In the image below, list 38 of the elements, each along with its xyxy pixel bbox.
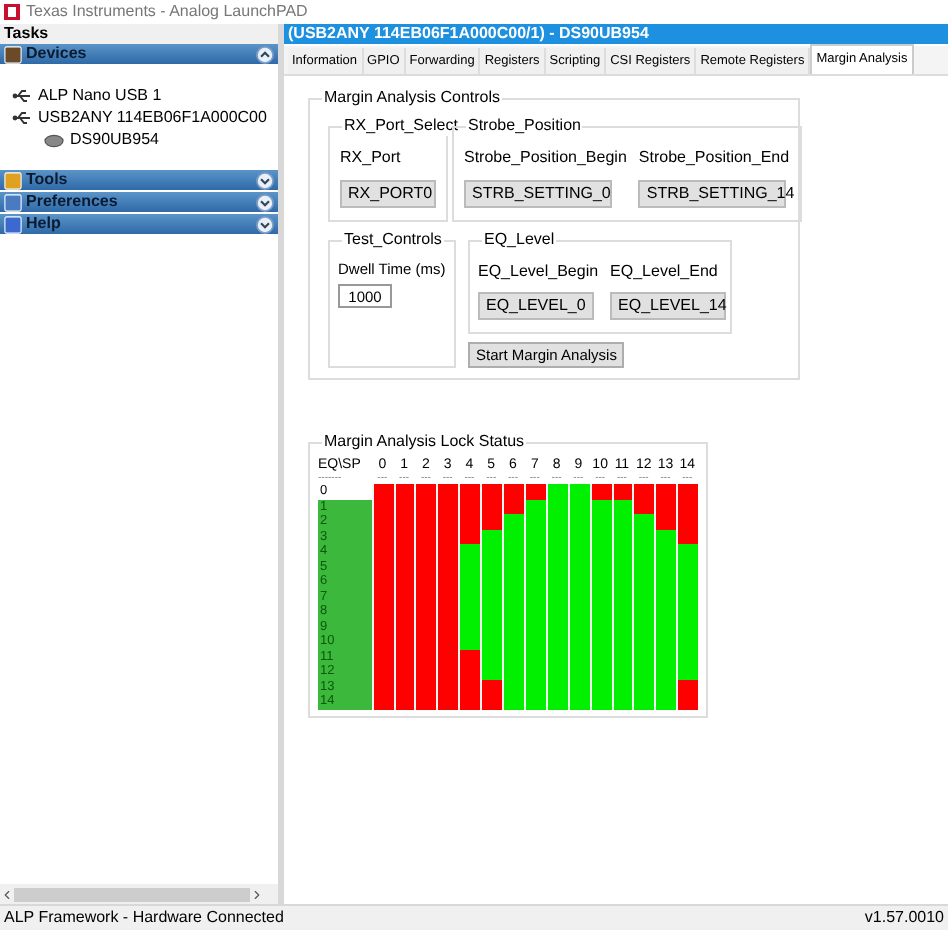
field-label: Strobe_Position_End — [638, 146, 790, 170]
tree-item[interactable]: DS90UB954 — [0, 129, 278, 151]
expand-icon[interactable] — [256, 193, 274, 211]
dropdown[interactable]: STRB_SETTING_0 — [464, 180, 612, 208]
group-title: Strobe_Position — [466, 116, 583, 136]
expand-icon[interactable] — [256, 215, 274, 233]
version-text: v1.57.0010 — [864, 906, 944, 930]
field-label: RX_Port — [340, 146, 403, 170]
dropdown[interactable]: RX_PORT0 — [340, 180, 436, 208]
tree-item[interactable]: USB2ANY 114EB06F1A000C00 — [0, 107, 278, 129]
status-text: ALP Framework - Hardware Connected — [4, 906, 284, 930]
dropdown[interactable]: EQ_LEVEL_14 — [610, 292, 727, 320]
collapse-icon[interactable] — [256, 45, 274, 63]
tree-item[interactable]: ALP Nano USB 1 — [0, 85, 278, 107]
group-title: Margin Analysis Lock Status — [322, 432, 527, 452]
usb-icon — [12, 110, 32, 126]
window-title: Texas Instruments - Analog LaunchPAD — [26, 0, 308, 24]
usb-icon — [12, 88, 32, 104]
scrollbar-thumb[interactable] — [14, 887, 250, 901]
section-header[interactable]: Tools — [0, 170, 278, 192]
group-title: EQ_Level — [482, 230, 557, 250]
group-title: Test_Controls — [342, 230, 444, 250]
section-header[interactable]: Help — [0, 214, 278, 236]
horizontal-scrollbar[interactable] — [0, 884, 278, 904]
chip-icon — [44, 133, 64, 147]
field-label: Strobe_Position_Begin — [464, 146, 627, 170]
expand-icon[interactable] — [256, 171, 274, 189]
scroll-right-icon[interactable] — [250, 887, 264, 901]
device-title-bar: (USB2ANY 114EB06F1A000C00/1) - DS90UB954 — [284, 24, 948, 44]
section-header[interactable]: Preferences — [0, 192, 278, 214]
sidebar-title: Tasks — [0, 24, 278, 44]
group-title: RX_Port_Select — [342, 116, 460, 136]
field-label: EQ_Level_Begin — [478, 260, 599, 284]
group-title: Margin Analysis Controls — [322, 88, 503, 108]
dropdown[interactable]: EQ_LEVEL_0 — [478, 292, 594, 320]
field-label: EQ_Level_End — [610, 260, 720, 284]
scroll-left-icon[interactable] — [0, 887, 14, 901]
section-header[interactable]: Devices — [0, 44, 278, 66]
